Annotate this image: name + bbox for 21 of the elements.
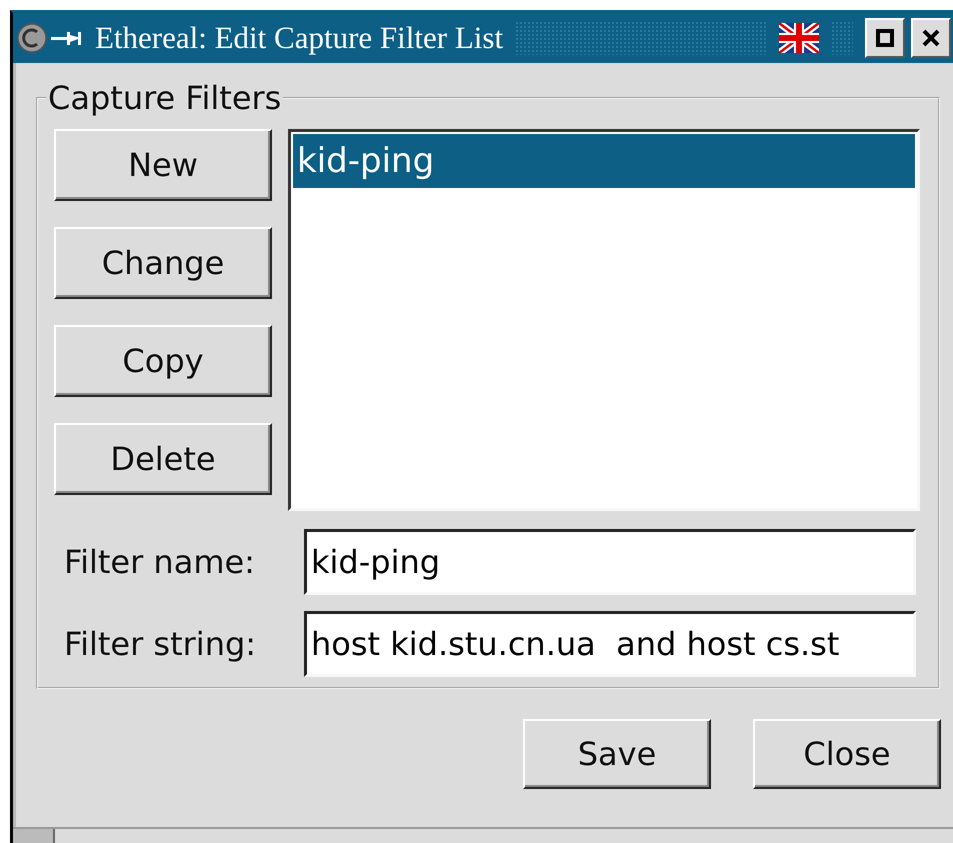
maximize-icon bbox=[875, 28, 895, 48]
close-icon bbox=[921, 28, 941, 48]
field-label: Filter name: bbox=[63, 543, 256, 581]
input-field[interactable]: kid-ping bbox=[304, 529, 916, 595]
input-field[interactable]: host kid.stu.cn.ua and host cs.st bbox=[304, 611, 916, 677]
app-logo-icon bbox=[17, 23, 47, 53]
status-bar-segment bbox=[13, 829, 55, 843]
close-button[interactable] bbox=[911, 18, 951, 58]
window-title: Ethereal: Edit Capture Filter List bbox=[95, 20, 504, 56]
action-button[interactable]: New bbox=[54, 129, 272, 201]
frame-title: Capture Filters bbox=[47, 79, 282, 117]
action-button[interactable]: Change bbox=[54, 227, 272, 299]
action-button[interactable]: Copy bbox=[54, 325, 272, 397]
action-button[interactable]: Delete bbox=[54, 423, 272, 495]
title-bar-pattern bbox=[831, 21, 853, 55]
filter-list-item[interactable]: kid-ping bbox=[293, 134, 915, 188]
field-label: Filter string: bbox=[63, 625, 258, 663]
dialog-button[interactable]: Close bbox=[753, 719, 941, 789]
dialog-button[interactable]: Save bbox=[523, 719, 711, 789]
maximize-button[interactable] bbox=[865, 18, 905, 58]
flag-icon bbox=[779, 23, 819, 53]
